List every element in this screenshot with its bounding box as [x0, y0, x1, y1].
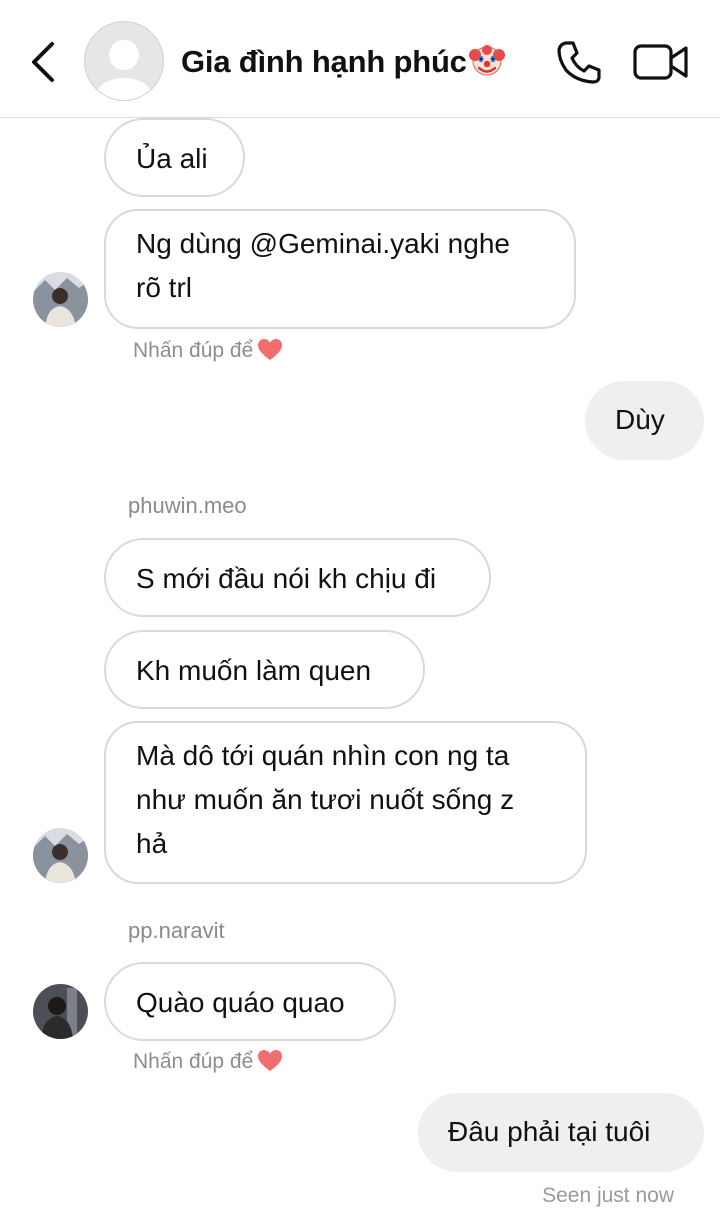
heart-icon[interactable]: [257, 338, 283, 362]
double-tap-hint: Nhấn đúp để: [133, 1049, 283, 1074]
incoming-message[interactable]: S mới đầu nói kh chịu đi: [104, 538, 491, 617]
sender-avatar[interactable]: [33, 828, 88, 883]
phone-call-icon[interactable]: [554, 38, 604, 86]
clown-face-emoji-icon: [468, 45, 505, 76]
chat-header: Gia đình hạnh phúc: [0, 0, 720, 118]
user-photo-icon: [33, 272, 88, 327]
incoming-message[interactable]: Kh muốn làm quen: [104, 630, 425, 709]
message-text: Dùy: [615, 404, 665, 435]
message-text: S mới đầu nói kh chịu đi: [136, 563, 437, 594]
user-photo-icon: [33, 828, 88, 883]
sender-name[interactable]: phuwin.meo: [128, 493, 247, 519]
sender-avatar[interactable]: [33, 984, 88, 1039]
message-text: Kh muốn làm quen: [136, 655, 372, 686]
double-tap-hint: Nhấn đúp để: [133, 338, 283, 363]
message-text: Quào quáo quao: [136, 987, 345, 1018]
chat-title-text: Gia đình hạnh phúc: [181, 44, 467, 79]
message-text: Đâu phải tại tuôi: [448, 1116, 651, 1147]
incoming-message[interactable]: Ng dùng @Geminai.yaki nghe rõ trl: [104, 209, 576, 329]
message-text-line: Mà dô tới quán nhìn con ng ta: [136, 740, 510, 771]
message-text-line: rõ trl: [136, 272, 192, 303]
incoming-message[interactable]: Ủa ali: [104, 118, 245, 197]
hint-text: Nhấn đúp để: [133, 1050, 254, 1073]
message-text-line: Ng dùng @Geminai.yaki nghe: [136, 228, 510, 259]
sender-avatar[interactable]: [33, 272, 88, 327]
user-photo-icon: [33, 984, 88, 1039]
outgoing-message[interactable]: Đâu phải tại tuôi: [418, 1093, 704, 1172]
back-chevron-icon[interactable]: [22, 38, 62, 86]
chat-title[interactable]: Gia đình hạnh phúc: [181, 42, 505, 80]
incoming-message[interactable]: Mà dô tới quán nhìn con ng ta như muốn ă…: [104, 721, 587, 884]
heart-icon[interactable]: [257, 1049, 283, 1073]
incoming-message[interactable]: Quào quáo quao: [104, 962, 396, 1041]
message-text-line: như muốn ăn tươi nuốt sống z: [136, 784, 515, 815]
group-avatar[interactable]: [84, 21, 164, 101]
video-call-icon[interactable]: [632, 42, 690, 82]
avatar-placeholder-icon: [94, 40, 154, 100]
hint-text: Nhấn đúp để: [133, 339, 254, 362]
sender-name[interactable]: pp.naravit: [128, 918, 225, 944]
seen-status: Seen just now: [542, 1184, 674, 1207]
message-text-line: hả: [136, 828, 168, 859]
outgoing-message[interactable]: Dùy: [585, 381, 704, 460]
message-text: Ủa ali: [136, 143, 208, 174]
